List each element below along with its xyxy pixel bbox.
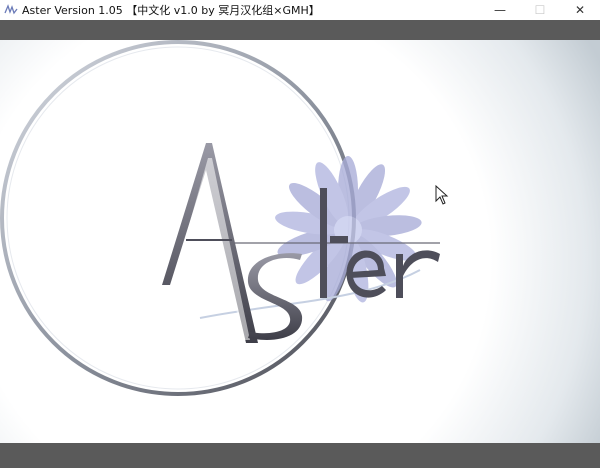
title-screen[interactable] <box>0 40 600 443</box>
maximize-button[interactable]: ☐ <box>520 0 560 20</box>
minimize-button[interactable]: — <box>480 0 520 20</box>
title-artwork <box>0 40 600 443</box>
title-bar[interactable]: Aster Version 1.05 【中文化 v1.0 by 冥月汉化组×GM… <box>0 0 600 20</box>
app-icon <box>4 3 18 17</box>
top-letterbox-bar <box>0 20 600 40</box>
app-window: Aster Version 1.05 【中文化 v1.0 by 冥月汉化组×GM… <box>0 0 600 468</box>
window-title: Aster Version 1.05 【中文化 v1.0 by 冥月汉化组×GM… <box>22 4 320 17</box>
window-controls: — ☐ ✕ <box>480 0 600 20</box>
bottom-letterbox-bar <box>0 443 600 468</box>
close-button[interactable]: ✕ <box>560 0 600 20</box>
